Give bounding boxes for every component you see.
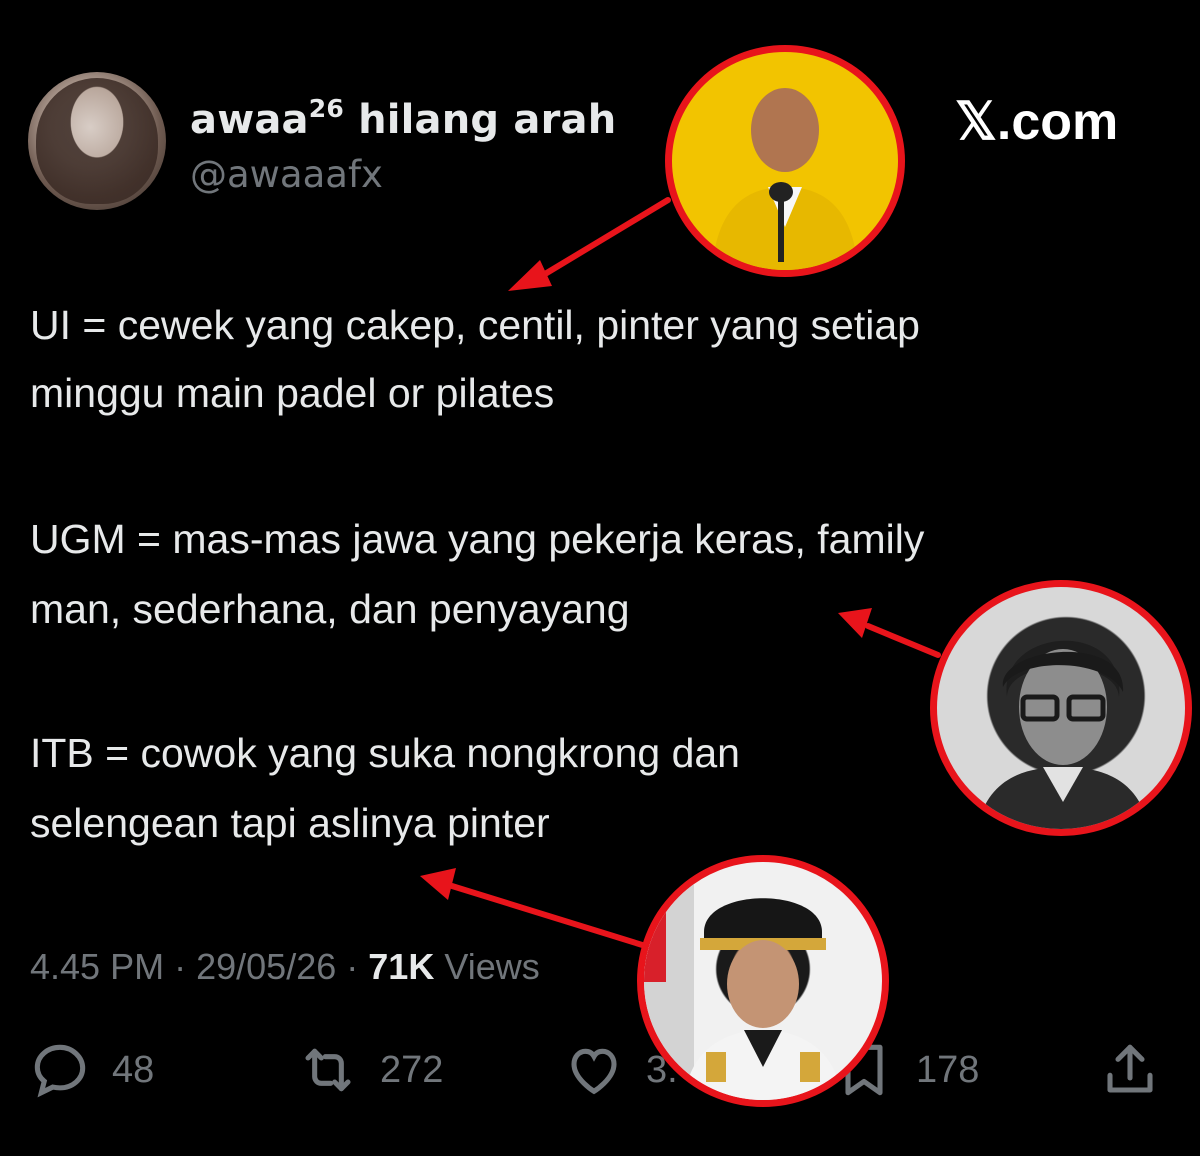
meta-separator: · [174,946,187,987]
author-handle[interactable]: @awaaafx [190,153,383,196]
tweet-meta: 4.45 PM · 29/05/26 · 71K Views [30,946,540,988]
heart-icon [562,1038,626,1102]
tweet-date[interactable]: 29/05/26 [196,946,336,987]
reply-button[interactable]: 48 [28,1040,154,1100]
repost-button[interactable]: 272 [296,1040,443,1100]
share-button[interactable] [1098,1040,1162,1100]
annotation-photo-2 [930,580,1192,836]
arrowhead-ugm [838,608,872,638]
views-label: Views [444,946,540,987]
share-icon [1098,1038,1162,1102]
portrait-icon [712,88,858,270]
x-brand-watermark: 𝕏.com [955,93,1119,151]
tweet-text-line: UGM = mas-mas jawa yang pekerja keras, f… [30,516,925,562]
portrait-icon [977,640,1149,829]
tweet-text-line: ITB = cowok yang suka nongkrong dan [30,730,740,776]
arrow-to-ui [537,197,671,280]
views-count: 71K [368,946,435,987]
repost-icon [296,1038,360,1102]
annotation-photo-3 [637,855,889,1107]
arrow-to-ugm [865,623,941,658]
avatar-photo [36,78,158,204]
tweet-text-line: man, sederhana, dan penyayang [30,586,630,632]
reply-icon [28,1038,92,1102]
repost-count: 272 [380,1048,444,1091]
reply-count: 48 [112,1048,155,1091]
tweet-text-line: selengean tapi aslinya pinter [30,800,550,846]
portrait-icon [644,862,842,1100]
arrow-to-itb [449,883,668,955]
tweet-text-line: UI = cewek yang cakep, centil, pinter ya… [30,302,920,348]
arrowhead-itb [420,868,456,900]
tweet-time[interactable]: 4.45 PM [30,946,164,987]
bookmark-count: 178 [916,1048,980,1091]
author-avatar[interactable] [28,72,166,210]
tweet-text-line: minggu main padel or pilates [30,370,555,416]
author-display-name[interactable]: awaa26 hilang arah [190,94,616,143]
annotation-photo-1 [665,45,905,277]
meta-separator: · [346,946,359,987]
arrowhead-ui [508,260,552,291]
